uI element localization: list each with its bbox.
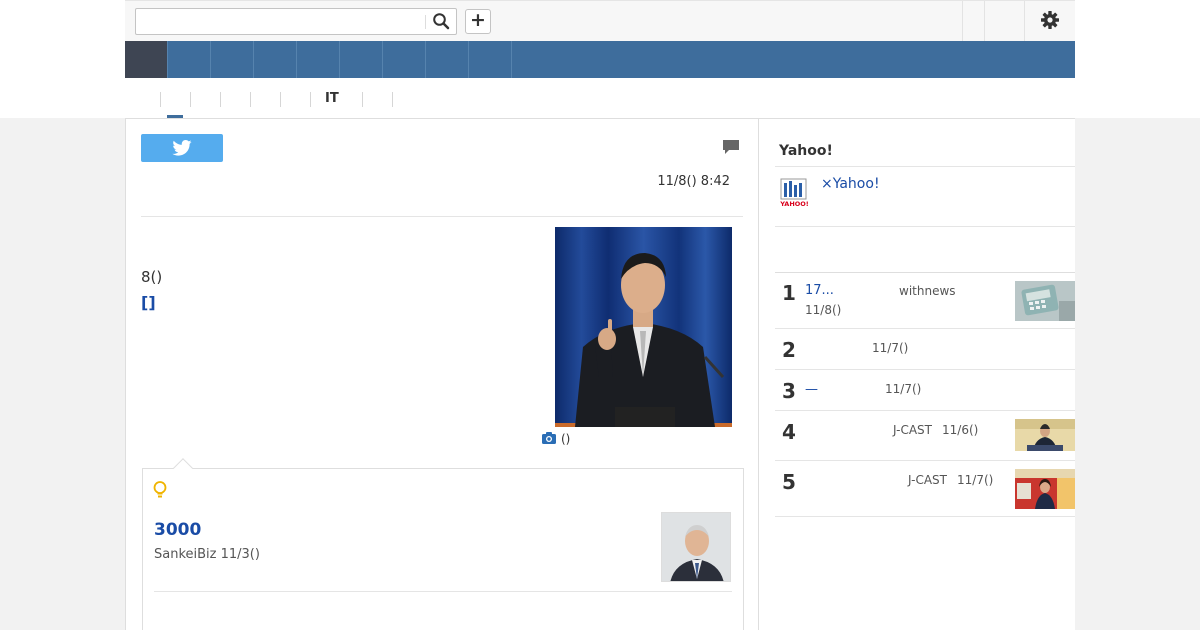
article-date: 11/8() 8:42 — [657, 174, 730, 189]
rank-number: 4 — [782, 420, 796, 444]
ranking-item[interactable]: 5 J-CAST 11/7() — [775, 461, 1075, 517]
subtab-divider — [280, 92, 281, 107]
subtab-divider — [160, 92, 161, 107]
ranking-item[interactable]: 1 17... withnews 11/8() — [775, 273, 1075, 329]
divider — [141, 216, 743, 217]
rank-title[interactable]: — — [805, 382, 818, 397]
header-divider — [1024, 1, 1025, 41]
rank-number: 1 — [782, 281, 796, 305]
header-bar: + — [125, 0, 1075, 41]
category-nav — [125, 41, 1075, 78]
photo-caption-text: () — [561, 432, 571, 446]
subtab-divider — [310, 92, 311, 107]
rank-thumbnail[interactable] — [1015, 469, 1075, 509]
divider — [775, 226, 1075, 227]
header-divider — [984, 1, 985, 41]
rank-date: 11/7() — [885, 382, 922, 396]
rank-date: 11/7() — [872, 341, 909, 355]
svg-text:YAHOO!: YAHOO! — [780, 200, 809, 208]
search-box — [135, 8, 457, 35]
nav-item[interactable] — [426, 41, 469, 78]
subtab-divider — [392, 92, 393, 107]
lead-text: 8() — [141, 268, 163, 286]
lead-link[interactable]: [] — [141, 293, 156, 312]
rank-number: 3 — [782, 379, 796, 403]
settings-button[interactable] — [1040, 10, 1060, 30]
header-divider — [962, 1, 963, 41]
article-photo[interactable] — [555, 227, 732, 427]
rank-date: 11/6() — [942, 423, 979, 437]
tweet-button[interactable] — [141, 134, 223, 162]
rank-source: J-CAST — [908, 473, 947, 487]
subtab-divider — [220, 92, 221, 107]
related-title[interactable]: 3000 — [154, 520, 201, 540]
rank-number: 5 — [782, 470, 796, 494]
subtab-divider — [190, 92, 191, 107]
search-icon — [433, 13, 450, 30]
rank-title[interactable]: 17... — [805, 283, 834, 298]
ranking-item[interactable]: 3 — 11/7() — [775, 370, 1075, 411]
rank-source: withnews — [899, 284, 956, 298]
sidebar-promo-link[interactable]: ×Yahoo! — [821, 176, 880, 192]
divider — [775, 166, 1075, 167]
nav-item[interactable] — [211, 41, 254, 78]
divider — [154, 591, 732, 592]
rank-thumbnail[interactable] — [1015, 281, 1075, 321]
rank-thumbnail[interactable] — [1015, 419, 1075, 451]
ranking-item[interactable]: 4 J-CAST 11/6() — [775, 411, 1075, 461]
rank-number: 2 — [782, 338, 796, 362]
search-separator — [425, 15, 426, 29]
related-notch — [173, 458, 193, 478]
sidebar-title: Yahoo! — [779, 143, 833, 159]
photo-caption[interactable]: () — [542, 432, 570, 446]
bulb-icon — [153, 481, 167, 498]
sidebar: Yahoo! YAHOO! ×Yahoo! 1 17... withnews 1… — [759, 118, 1075, 630]
subtab-divider — [362, 92, 363, 107]
twitter-icon — [172, 140, 192, 156]
nav-item-top[interactable] — [125, 41, 168, 78]
rank-date: 11/7() — [957, 473, 994, 487]
tab-it[interactable]: IT — [325, 91, 339, 106]
nav-item[interactable] — [168, 41, 211, 78]
yahoo-logo-icon[interactable]: YAHOO! — [780, 178, 809, 208]
comment-icon[interactable] — [722, 139, 740, 155]
nav-item[interactable] — [469, 41, 512, 78]
related-thumbnail[interactable] — [661, 512, 731, 582]
nav-item[interactable] — [254, 41, 297, 78]
ranking-item[interactable]: 2 11/7() — [775, 329, 1075, 370]
search-input[interactable] — [140, 12, 422, 31]
related-box: 3000 SankeiBiz 11/3() — [142, 458, 744, 630]
plus-icon: + — [470, 9, 486, 31]
search-button[interactable] — [432, 12, 452, 32]
rank-source: J-CAST — [893, 423, 932, 437]
nav-item[interactable] — [340, 41, 383, 78]
add-button[interactable]: + — [465, 9, 491, 34]
nav-item[interactable] — [383, 41, 426, 78]
related-meta: SankeiBiz 11/3() — [154, 547, 260, 562]
rank-date: 11/8() — [805, 303, 842, 317]
camera-icon — [542, 432, 556, 444]
nav-item[interactable] — [297, 41, 340, 78]
gear-icon — [1041, 11, 1059, 29]
article-card: 11/8() 8:42 8() [] () 3000 SankeiBiz 11/… — [125, 118, 759, 630]
subtab-divider — [250, 92, 251, 107]
